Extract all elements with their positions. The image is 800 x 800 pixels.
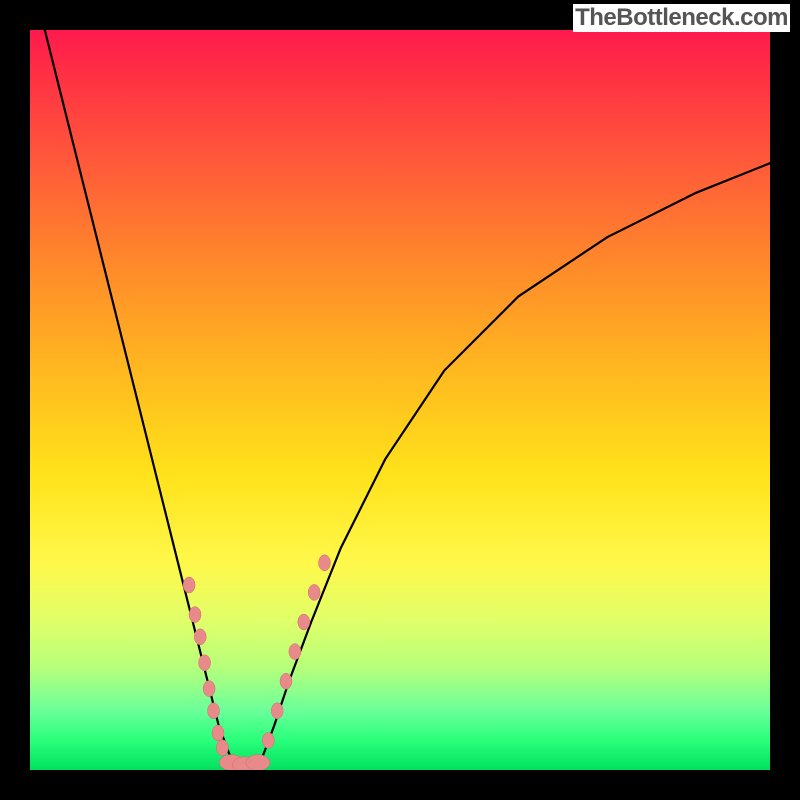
data-marker <box>183 577 195 593</box>
data-marker <box>203 681 215 697</box>
data-marker <box>289 644 301 660</box>
data-marker <box>189 607 201 623</box>
chart-svg <box>30 30 770 770</box>
data-marker <box>208 703 220 719</box>
data-marker <box>216 740 228 756</box>
data-marker <box>271 703 283 719</box>
data-marker <box>280 673 292 689</box>
data-marker <box>319 555 331 571</box>
data-marker <box>308 584 320 600</box>
data-marker <box>199 655 211 671</box>
watermark-text: TheBottleneck.com <box>573 4 790 32</box>
chart-frame: TheBottleneck.com <box>0 0 800 800</box>
data-marker <box>298 614 310 630</box>
data-marker <box>246 755 270 770</box>
data-marker <box>262 732 274 748</box>
data-markers-group <box>183 555 330 770</box>
plot-area <box>30 30 770 770</box>
data-marker <box>194 629 206 645</box>
data-marker <box>212 725 224 741</box>
bottleneck-curve <box>45 30 770 766</box>
